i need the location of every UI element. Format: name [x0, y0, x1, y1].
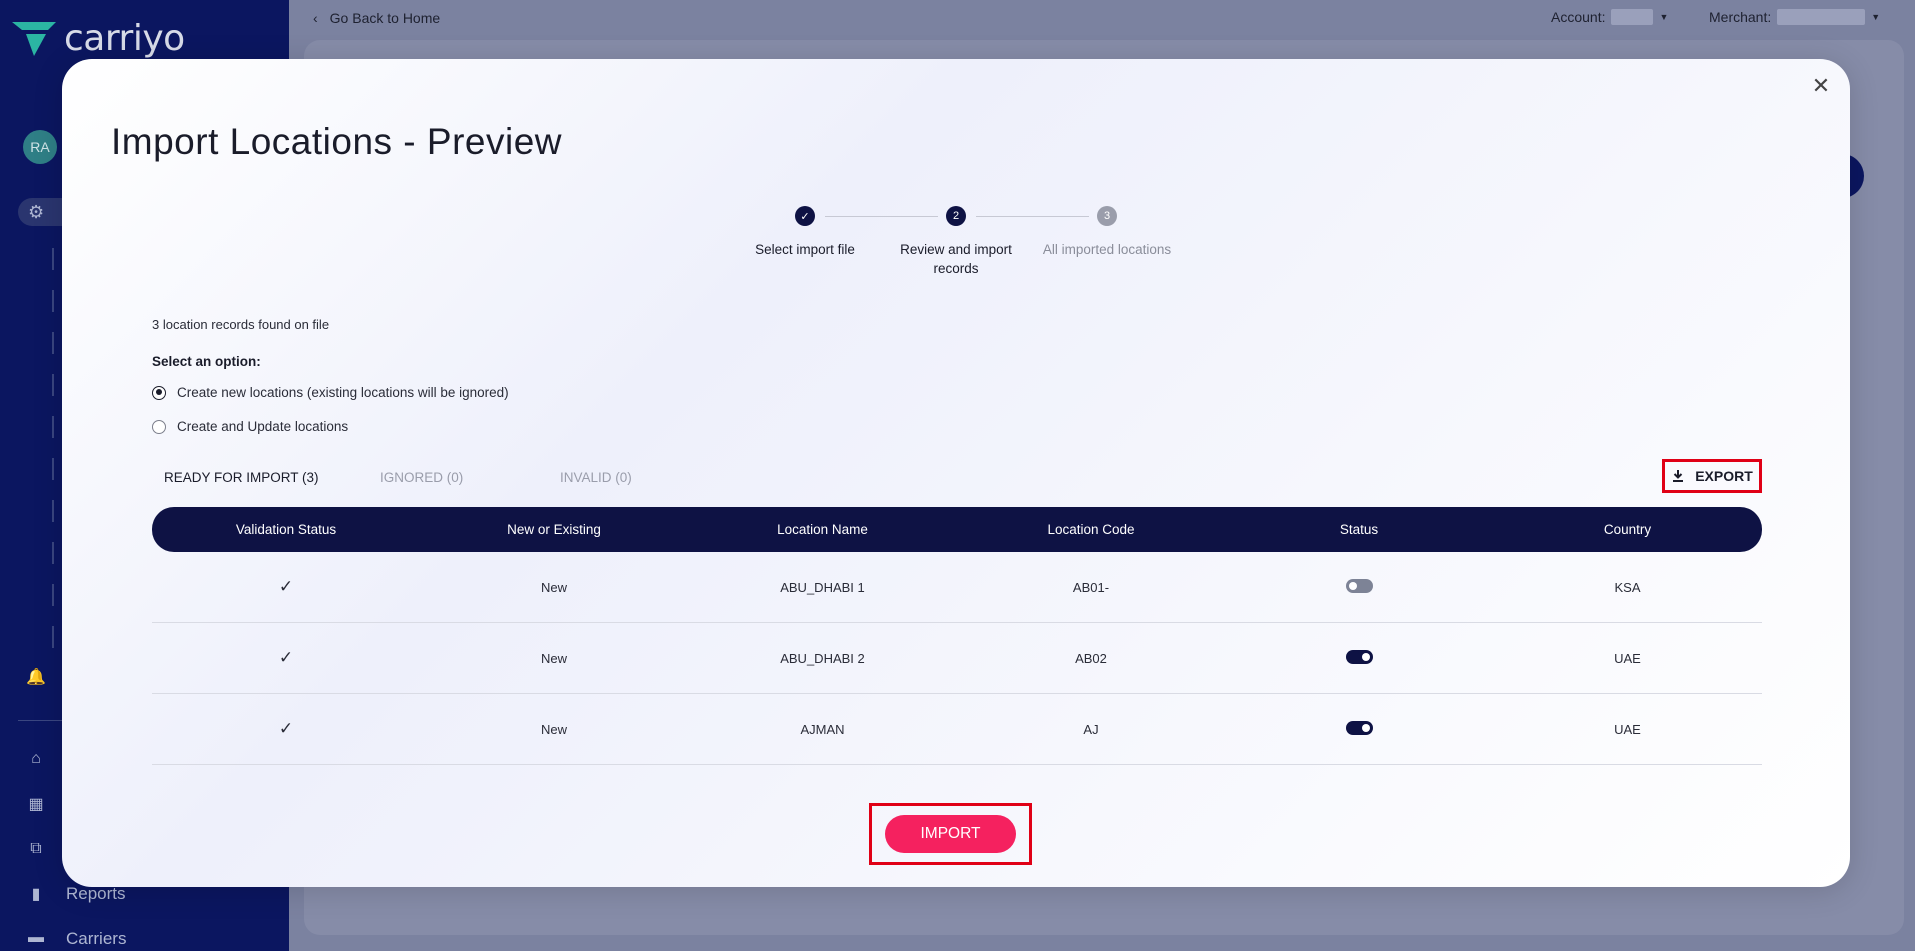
radio-selected[interactable]: [152, 385, 166, 400]
merchant-selector[interactable]: Merchant: ▼: [1709, 9, 1880, 25]
step-label-2: Review and import records: [900, 242, 1012, 276]
cell-new-or-existing: New: [540, 579, 567, 595]
close-icon[interactable]: ✕: [1810, 75, 1832, 97]
col-status: Status: [1339, 522, 1379, 537]
col-new-or-existing: New or Existing: [507, 522, 601, 537]
option-label: Create new locations (existing locations…: [177, 385, 509, 400]
nav-tick: [52, 332, 54, 354]
step-label-1: Select import file: [755, 242, 855, 257]
nav-tick: [52, 542, 54, 564]
nav-tick: [52, 248, 54, 270]
export-label: EXPORT: [1695, 468, 1753, 484]
bell-icon[interactable]: 🔔: [26, 668, 46, 686]
nav-tick: [52, 626, 54, 648]
chevron-down-icon: ▼: [1659, 12, 1669, 22]
sidebar-item-carriers[interactable]: Carriers: [66, 929, 126, 949]
export-button[interactable]: EXPORT: [1662, 459, 1762, 493]
sidebar-item-reports[interactable]: Reports: [66, 884, 126, 904]
merchant-label: Merchant:: [1709, 9, 1772, 25]
option-label: Create and Update locations: [177, 419, 349, 434]
col-location-code: Location Code: [1047, 522, 1135, 537]
reports-icon[interactable]: ▮: [27, 885, 45, 903]
brand-name: carriyo: [64, 18, 185, 59]
cell-country: KSA: [1614, 579, 1641, 595]
step-done-check-icon: ✓: [795, 206, 815, 226]
chevron-down-icon: ▼: [1871, 12, 1881, 22]
chevron-left-icon: ‹: [313, 10, 318, 26]
option-create-update[interactable]: Create and Update locations: [152, 419, 348, 434]
logo-mark-icon: [12, 21, 56, 56]
step-number-2: 2: [946, 206, 966, 226]
top-bar: ‹ Go Back to Home Account: ▼ Merchant: ▼: [289, 0, 1915, 36]
cell-country: UAE: [1614, 721, 1641, 737]
account-label: Account:: [1551, 9, 1606, 25]
status-toggle[interactable]: [1345, 720, 1373, 735]
merchant-value: [1777, 9, 1866, 25]
radio-unselected[interactable]: [152, 419, 166, 434]
step-label-3: All imported locations: [1042, 242, 1172, 257]
status-toggle[interactable]: [1345, 578, 1373, 593]
cell-location-code: AJ: [1083, 721, 1099, 737]
step-connector: [976, 216, 1089, 217]
check-icon: ✓: [278, 719, 294, 738]
table-row: ✓ New ABU_DHABI 1 AB01- KSA: [152, 552, 1762, 623]
step-connector: [825, 216, 938, 217]
status-toggle[interactable]: [1345, 649, 1373, 664]
tab-ignored[interactable]: IGNORED (0): [380, 470, 463, 485]
nav-tick: [52, 374, 54, 396]
nav-tick: [52, 416, 54, 438]
nav-tick: [52, 500, 54, 522]
col-country: Country: [1603, 522, 1652, 537]
modal-title: Import Locations - Preview: [111, 121, 563, 162]
cell-location-code: AB01-: [1072, 579, 1110, 595]
option-create-new[interactable]: Create new locations (existing locations…: [152, 385, 509, 400]
avatar[interactable]: RA: [23, 130, 57, 164]
check-icon: ✓: [278, 577, 294, 596]
back-to-home-link[interactable]: ‹ Go Back to Home: [313, 10, 440, 26]
cell-location-name: ABU_DHABI 1: [780, 579, 865, 595]
nav-tick: [52, 584, 54, 606]
import-button[interactable]: IMPORT: [885, 815, 1016, 853]
account-selector[interactable]: Account: ▼: [1551, 9, 1668, 25]
cell-country: UAE: [1614, 650, 1641, 666]
table-row: ✓ New ABU_DHABI 2 AB02 UAE: [152, 623, 1762, 694]
home-icon[interactable]: ⌂: [27, 750, 45, 768]
hierarchy-icon[interactable]: ⧉: [27, 840, 45, 858]
cell-new-or-existing: New: [540, 650, 567, 666]
cell-location-name: ABU_DHABI 2: [780, 650, 865, 666]
tab-ready-for-import[interactable]: READY FOR IMPORT (3): [164, 470, 319, 485]
select-option-title: Select an option:: [152, 354, 261, 369]
import-button-highlight: IMPORT: [869, 803, 1032, 865]
nav-tick: [52, 458, 54, 480]
cell-location-name: AJMAN: [800, 721, 845, 737]
dashboard-icon[interactable]: ▦: [27, 795, 45, 813]
carriyo-logo[interactable]: carriyo: [12, 18, 185, 59]
table-row: ✓ New AJMAN AJ UAE: [152, 694, 1762, 765]
check-icon: ✓: [278, 648, 294, 667]
nav-tick: [52, 290, 54, 312]
account-value: [1611, 9, 1654, 25]
records-found-text: 3 location records found on file: [152, 317, 330, 332]
download-icon: [1673, 470, 1684, 482]
step-number-3: 3: [1097, 206, 1117, 226]
back-link-label: Go Back to Home: [329, 10, 441, 26]
cell-new-or-existing: New: [540, 721, 567, 737]
tab-invalid[interactable]: INVALID (0): [560, 470, 632, 485]
import-preview-modal: ✕ Import Locations - Preview ✓ Select im…: [62, 59, 1850, 887]
truck-icon[interactable]: ▬: [27, 929, 45, 947]
stepper: ✓ Select import file 2 Review and import…: [62, 206, 1850, 286]
col-validation-status: Validation Status: [235, 522, 337, 537]
cell-location-code: AB02: [1075, 650, 1107, 666]
table-header: Validation Status New or Existing Locati…: [152, 507, 1762, 552]
col-location-name: Location Name: [777, 522, 868, 537]
